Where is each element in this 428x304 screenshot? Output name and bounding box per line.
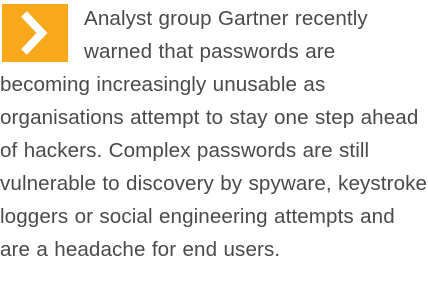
chevron-right-icon — [2, 4, 68, 62]
article-excerpt: Analyst group Gartner recently warned th… — [0, 0, 428, 304]
